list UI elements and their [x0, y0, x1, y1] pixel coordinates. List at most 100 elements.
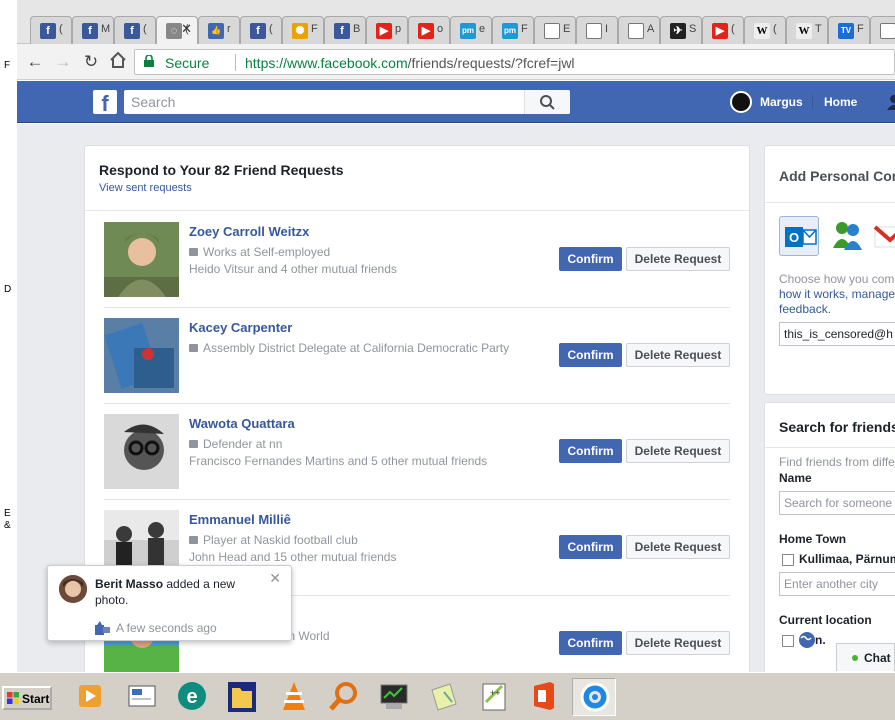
forward-button[interactable]: →	[52, 51, 74, 73]
requester-work: Player at Naskid football club	[189, 533, 358, 547]
taskbar-button[interactable]: e	[170, 678, 214, 716]
confirm-button[interactable]: Confirm	[559, 631, 622, 655]
browser-tab[interactable]: ✺ F	[282, 16, 324, 44]
mutual-friends[interactable]: Heido Vitsur and 4 other mutual friends	[189, 262, 397, 276]
browser-tab[interactable]: ▶ p	[366, 16, 408, 44]
start-label: Start	[22, 692, 50, 706]
url-text[interactable]: https://www.facebook.com/friends/request…	[245, 55, 575, 71]
home-link[interactable]: Home	[812, 95, 857, 109]
chat-bar[interactable]: Chat	[836, 643, 895, 671]
browser-tab[interactable]: E	[534, 16, 576, 44]
search-input[interactable]	[124, 90, 524, 114]
facebook-logo[interactable]: f	[93, 90, 117, 114]
browser-tab[interactable]: s	[870, 16, 895, 44]
browser-tab[interactable]: WT	[786, 16, 828, 44]
name-label: Name	[779, 471, 812, 485]
browser-tab[interactable]: f(	[30, 16, 72, 44]
gmail-icon[interactable]	[873, 216, 895, 256]
profile-photo[interactable]	[104, 414, 179, 489]
mutual-friends[interactable]: John Head and 15 other mutual friends	[189, 550, 396, 564]
taskbar-button[interactable]	[322, 678, 366, 716]
requester-name[interactable]: Zoey Carroll Weitzx	[189, 224, 309, 239]
delete-request-button[interactable]: Delete Request	[626, 439, 730, 463]
facebook-icon: f	[82, 23, 98, 39]
taskbar-button[interactable]	[572, 678, 616, 716]
browser-tab[interactable]: W(	[744, 16, 786, 44]
browser-window: f(f Mf(◌(✕ 👍 r f(✺ Ff B ▶ p ▶ o pm e pm F E I A ✈ S ▶(W(W T TV…	[17, 0, 895, 672]
browser-tab[interactable]: fM	[72, 16, 114, 44]
current-location-checkbox[interactable]	[782, 635, 794, 647]
outlook-icon[interactable]: O	[779, 216, 819, 256]
browser-tab[interactable]: TV F	[828, 16, 870, 44]
confirm-button[interactable]: Confirm	[559, 343, 622, 367]
browser-tab[interactable]: ▶(	[702, 16, 744, 44]
feedback-link[interactable]: feedback.	[779, 302, 831, 316]
email-field[interactable]: this_is_censored@h	[779, 322, 895, 346]
friend-request-row: Zoey Carroll Weitzx Works at Self-employe…	[104, 212, 730, 308]
delete-request-button[interactable]: Delete Request	[626, 343, 730, 367]
page-icon	[544, 23, 560, 39]
start-button[interactable]: Start	[2, 686, 52, 710]
hometown-checkbox[interactable]	[782, 554, 794, 566]
taskbar-button[interactable]	[120, 678, 164, 716]
tv-kava-icon: TV	[838, 23, 854, 39]
search-button[interactable]	[524, 90, 570, 114]
close-tab-icon[interactable]: ✕	[181, 21, 192, 37]
browser-tab[interactable]: f(	[240, 16, 282, 44]
friend-requests-icon[interactable]	[887, 94, 895, 110]
taskbar-button[interactable]: ++	[472, 678, 516, 716]
view-sent-requests-link[interactable]: View sent requests	[99, 182, 192, 194]
requester-name[interactable]: Kacey Carpenter	[189, 320, 292, 335]
hometown-input[interactable]: Enter another city	[779, 572, 895, 596]
current-location-option: n.	[815, 633, 826, 647]
taskbar: Start e ++	[0, 672, 895, 720]
browser-tab[interactable]: I	[576, 16, 618, 44]
how-it-works-link[interactable]: how it works, manage	[779, 287, 895, 301]
tab-title: A	[647, 23, 655, 35]
facebook-search	[124, 90, 570, 114]
taskbar-button[interactable]	[422, 678, 466, 716]
profile-photo[interactable]	[104, 318, 179, 393]
browser-tab[interactable]: pm F	[492, 16, 534, 44]
browser-tab[interactable]: 👍 r	[198, 16, 240, 44]
confirm-button[interactable]: Confirm	[559, 439, 622, 463]
facebook-icon: f	[334, 23, 350, 39]
requester-name[interactable]: Wawota Quattara	[189, 416, 295, 431]
browser-tab[interactable]: ▶ o	[408, 16, 450, 44]
tab-title: (	[773, 23, 777, 35]
taskbar-button[interactable]	[272, 678, 316, 716]
address-bar[interactable]: Secure https://www.facebook.com/friends/…	[134, 49, 895, 75]
browser-tab[interactable]: ◌(✕	[156, 16, 198, 44]
confirm-button[interactable]: Confirm	[559, 535, 622, 559]
browser-tab[interactable]: fB	[324, 16, 366, 44]
notification-name[interactable]: Berit Masso	[95, 577, 163, 591]
taskbar-button[interactable]	[220, 678, 264, 716]
notification-popup[interactable]: Berit Masso added a new photo. ✕ A few s…	[47, 565, 292, 641]
folder-icon	[228, 682, 256, 712]
profile-photo[interactable]	[104, 222, 179, 297]
taskbar-button[interactable]	[522, 678, 566, 716]
requester-name[interactable]: Emmanuel Milliê	[189, 512, 291, 527]
browser-tab[interactable]: ✈ S	[660, 16, 702, 44]
contacts-text: Choose how you communicate	[779, 272, 895, 286]
confirm-button[interactable]: Confirm	[559, 247, 622, 271]
desktop-letter: &	[4, 520, 11, 531]
close-icon[interactable]: ✕	[269, 570, 281, 587]
taskbar-button[interactable]	[372, 678, 416, 716]
mutual-friends[interactable]: Francisco Fernandes Martins and 5 other …	[189, 454, 487, 468]
browser-tab[interactable]: f(	[114, 16, 156, 44]
windows-flag-icon	[7, 692, 19, 704]
browser-tab[interactable]: A	[618, 16, 660, 44]
page-content: Respond to Your 82 Friend Requests View …	[17, 124, 895, 672]
back-button[interactable]: ←	[24, 51, 46, 73]
current-location-label: Current location	[779, 613, 872, 627]
taskbar-button[interactable]	[68, 678, 112, 716]
delete-request-button[interactable]: Delete Request	[626, 535, 730, 559]
delete-request-button[interactable]: Delete Request	[626, 631, 730, 655]
delete-request-button[interactable]: Delete Request	[626, 247, 730, 271]
home-button[interactable]	[107, 51, 129, 73]
name-search-input[interactable]: Search for someone	[779, 491, 895, 515]
messenger-icon[interactable]	[827, 216, 867, 256]
browser-tab[interactable]: pm e	[450, 16, 492, 44]
reload-button[interactable]: ↻	[80, 51, 102, 73]
